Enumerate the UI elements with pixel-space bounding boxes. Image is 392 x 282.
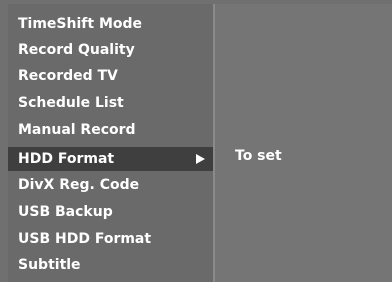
menu-item-recorded-tv[interactable]: Recorded TV bbox=[8, 64, 213, 88]
arrow-right-icon bbox=[196, 154, 205, 164]
menu-item-divx-reg-code[interactable]: DivX Reg. Code bbox=[8, 173, 213, 197]
menu-item-timeshift-mode[interactable]: TimeShift Mode bbox=[8, 12, 213, 36]
menu-item-usb-hdd-format[interactable]: USB HDD Format bbox=[8, 227, 213, 251]
tv-menu-screen: TimeShift Mode Record Quality Recorded T… bbox=[0, 0, 392, 282]
menu-item-record-quality[interactable]: Record Quality bbox=[8, 38, 213, 62]
menu-item-hdd-format[interactable]: HDD Format bbox=[8, 147, 213, 171]
menu-item-hdd-format-label: HDD Format bbox=[18, 151, 115, 167]
settings-menu: TimeShift Mode Record Quality Recorded T… bbox=[8, 4, 215, 282]
menu-item-usb-backup[interactable]: USB Backup bbox=[8, 200, 213, 224]
submenu-value[interactable]: To set bbox=[235, 148, 282, 164]
menu-item-manual-record[interactable]: Manual Record bbox=[8, 118, 213, 142]
submenu-panel: To set bbox=[215, 4, 392, 282]
menu-item-subtitle[interactable]: Subtitle bbox=[8, 253, 213, 277]
menu-item-schedule-list[interactable]: Schedule List bbox=[8, 91, 213, 115]
